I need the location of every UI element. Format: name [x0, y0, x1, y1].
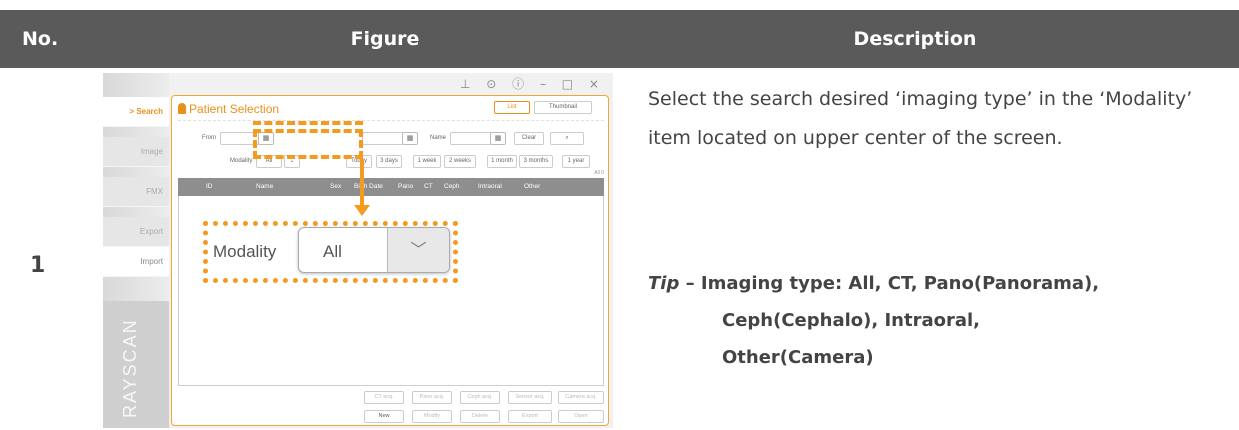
export-button[interactable]: Export [508, 410, 552, 423]
tip-line-2: Ceph(Cephalo), Intraoral, [722, 310, 981, 331]
tip-line-1: Imaging type: All, CT, Pano(Panorama), [700, 273, 1100, 294]
person-icon [178, 103, 186, 114]
grid-header: ID Name Sex Birth Date Pano CT Ceph Intr… [178, 178, 604, 196]
col-intraoral[interactable]: Intraoral [478, 178, 502, 196]
open-button[interactable]: Open [558, 410, 604, 423]
period-3months[interactable]: 3 months [519, 155, 553, 168]
tip-block: Tip – Imaging type: All, CT, Pano(Panora… [648, 265, 1238, 376]
panel-title: Patient Selection [178, 102, 279, 116]
app-sidebar: > Search Image FMX Export Import RAYSCAN [103, 73, 169, 428]
sidebar-item-import[interactable]: Import [103, 247, 169, 277]
tip-dash: – [679, 273, 701, 294]
keyboard-icon[interactable]: ▦ [490, 132, 506, 145]
arrow-shaft [360, 159, 364, 207]
header-description: Description [853, 28, 977, 50]
search-button[interactable]: ⌕ [550, 132, 584, 145]
tab-list[interactable]: List [494, 101, 530, 114]
zoom-modality-label: Modality [213, 242, 277, 261]
panel-title-text: Patient Selection [189, 102, 280, 116]
chevron-down-icon-zoom: ﹀ [387, 228, 449, 272]
col-ct[interactable]: CT [424, 178, 433, 196]
clear-button[interactable]: Clear [514, 132, 544, 145]
highlight-modality-box [253, 129, 363, 159]
camera-acq-button[interactable]: Camera acq. [558, 391, 604, 404]
delete-button[interactable]: Delete [460, 410, 500, 423]
col-sex[interactable]: Sex [330, 178, 341, 196]
sensor-acq-button[interactable]: Sensor acq. [508, 391, 552, 404]
pano-acq-button[interactable]: Pano acq. [412, 391, 452, 404]
to-date-input[interactable] [362, 132, 404, 145]
header-no: No. [22, 28, 59, 50]
modality-label: Modality [230, 158, 253, 164]
tab-thumbnail[interactable]: Thumbnail [534, 101, 592, 114]
header-figure: Figure [350, 28, 420, 50]
ct-acq-button[interactable]: CT acq. [364, 391, 404, 404]
arrow-down-icon [354, 205, 370, 216]
figure-screenshot: > Search Image FMX Export Import RAYSCAN… [103, 73, 613, 428]
result-count: All 0 [594, 170, 604, 176]
row-number: 1 [30, 253, 46, 278]
period-2weeks[interactable]: 2 weeks [444, 155, 476, 168]
brand-logo: RAYSCAN [120, 318, 140, 418]
period-1week[interactable]: 1 week [413, 155, 441, 168]
col-other[interactable]: Other [524, 178, 540, 196]
period-1year[interactable]: 1 year [562, 155, 590, 168]
description-text: Select the search desired ‘imaging type’… [648, 88, 1193, 149]
col-id[interactable]: ID [206, 178, 213, 196]
ceph-acq-button[interactable]: Ceph acq. [460, 391, 500, 404]
calendar-icon-2[interactable]: ▦ [402, 132, 418, 145]
sidebar-item-search[interactable]: > Search [103, 97, 169, 127]
title-divider [178, 120, 604, 123]
tip-label: Tip [648, 273, 680, 294]
modify-button[interactable]: Modify [412, 410, 452, 423]
table-header: No. Figure Description [0, 10, 1239, 68]
sidebar-item-fmx[interactable]: FMX [103, 177, 169, 207]
col-ceph[interactable]: Ceph [444, 178, 460, 196]
name-input[interactable] [450, 132, 492, 145]
col-name[interactable]: Name [256, 178, 273, 196]
tip-line-3: Other(Camera) [722, 347, 874, 368]
col-birth-date[interactable]: Birth Date [354, 178, 383, 196]
new-button[interactable]: New [364, 410, 404, 423]
period-1month[interactable]: 1 month [487, 155, 517, 168]
sidebar-item-export[interactable]: Export [103, 217, 169, 247]
name-label: Name [430, 135, 447, 141]
col-pano[interactable]: Pano [398, 178, 413, 196]
highlight-top-dashes [253, 121, 363, 125]
zoom-modality-value: All [323, 242, 342, 261]
sidebar-item-image[interactable]: Image [103, 137, 169, 167]
period-3days[interactable]: 3 days [376, 155, 402, 168]
window-controls[interactable]: ⊥ ⊙ ⓘ – □ × [460, 75, 605, 92]
from-label: From [202, 135, 216, 141]
